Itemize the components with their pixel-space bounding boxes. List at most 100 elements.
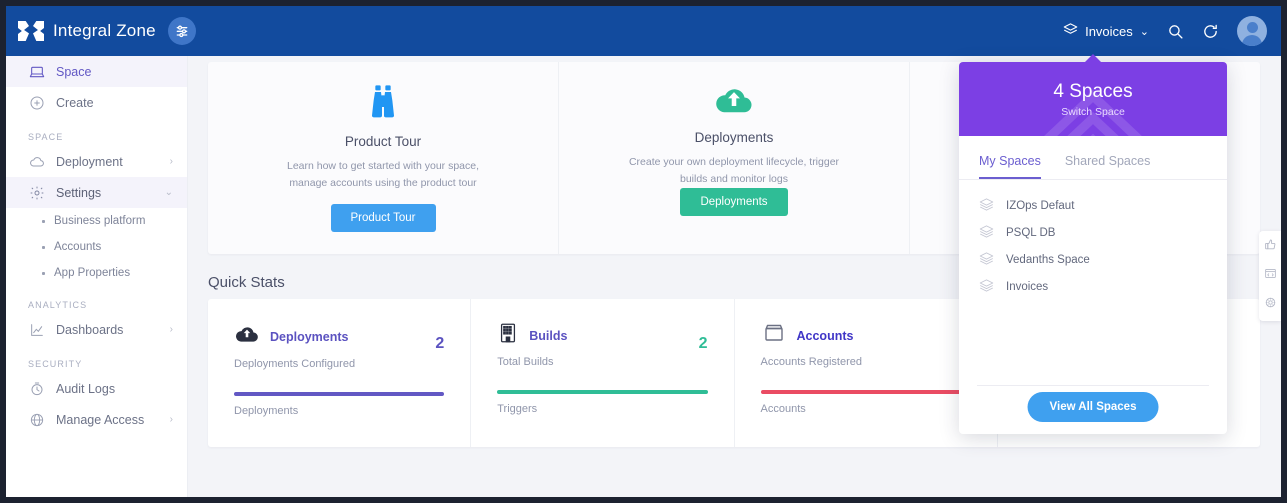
layers-icon (1063, 22, 1078, 40)
feature-card-description: Create your own deployment lifecycle, tr… (628, 156, 840, 185)
stat-card-footer: Accounts (760, 403, 806, 415)
stat-card-bar (497, 390, 708, 394)
app-window: Integral Zone Invoices ⌄ Space Create SP… (6, 6, 1281, 497)
gear-circle-icon[interactable] (1264, 296, 1277, 314)
sidebar-item-create[interactable]: Create (6, 87, 187, 118)
sidebar-item-space[interactable]: Space (6, 56, 187, 87)
bullet-icon (42, 219, 45, 223)
stat-card-subtitle: Total Builds (497, 356, 554, 368)
plus-circle-icon (28, 94, 45, 111)
shield-globe-icon (28, 411, 45, 428)
space-switcher-button[interactable]: Invoices ⌄ (1063, 22, 1149, 40)
chart-icon (28, 321, 45, 338)
dropdown-space-count: 4 Spaces (1053, 80, 1133, 102)
archive-box-icon (761, 321, 787, 350)
space-list-item[interactable]: Vedanths Space (959, 246, 1227, 273)
space-list-item[interactable]: IZOps Defaut (959, 192, 1227, 219)
dropdown-divider (977, 385, 1209, 386)
space-list-item[interactable]: PSQL DB (959, 219, 1227, 246)
feature-card-title: Deployments (694, 130, 774, 145)
sidebar-item-label: Settings (56, 185, 102, 200)
tab-my-spaces[interactable]: My Spaces (979, 154, 1041, 179)
chevron-right-icon: › (169, 414, 173, 425)
spaces-list: IZOps Defaut PSQL DB Vedanths Space Invo… (959, 180, 1227, 300)
building-icon (497, 321, 519, 350)
sidebar-item-label: Dashboards (56, 322, 124, 337)
feature-card-title: Product Tour (344, 134, 422, 149)
stat-card-header: Builds (497, 321, 707, 350)
dropdown-header: 4 Spaces Switch Space (959, 62, 1227, 136)
space-icon (28, 63, 45, 80)
sidebar-item-label: Space (56, 64, 92, 79)
stat-card-subtitle: Accounts Registered (760, 356, 863, 368)
stat-card-header: Deployments (234, 321, 444, 352)
stat-card-title: Accounts (796, 328, 854, 343)
view-all-spaces-button[interactable]: View All Spaces (1027, 392, 1159, 422)
stat-card-footer: Deployments (234, 405, 299, 417)
feature-card-product-tour: Product Tour Learn how to get started wi… (208, 62, 559, 254)
stat-card-subtitle: Deployments Configured (234, 358, 356, 370)
search-icon[interactable] (1167, 23, 1184, 40)
sidebar-item-dashboards[interactable]: Dashboards › (6, 314, 187, 345)
sidebar-subitem-app-properties[interactable]: App Properties (6, 260, 187, 286)
stat-card-value: 2 (435, 335, 445, 352)
sidebar-subitem-accounts[interactable]: Accounts (6, 234, 187, 260)
thumbs-up-icon[interactable] (1264, 238, 1277, 256)
space-name: Invoices (1006, 280, 1049, 293)
sidebar-section-space-caption: SPACE (28, 132, 64, 142)
space-name: Vedanths Space (1006, 253, 1090, 266)
topbar-actions: Invoices ⌄ (1063, 6, 1267, 56)
sidebar-section-analytics-caption: ANALYTICS (28, 300, 88, 310)
spaces-dropdown: 4 Spaces Switch Space My Spaces Shared S… (959, 54, 1227, 434)
layers-icon (979, 197, 994, 215)
sidebar-item-audit-logs[interactable]: Audit Logs (6, 373, 187, 404)
avatar[interactable] (1237, 16, 1267, 46)
dropdown-subtitle: Switch Space (1061, 105, 1125, 118)
sidebar-item-manage-access[interactable]: Manage Access › (6, 404, 187, 435)
sidebar-item-label: Manage Access (56, 412, 145, 427)
sidebar-section-security-caption: SECURITY (28, 359, 83, 369)
space-name: IZOps Defaut (1006, 199, 1075, 212)
sync-icon[interactable] (1202, 23, 1219, 40)
layers-icon (979, 224, 994, 242)
chevron-down-icon: ⌄ (164, 187, 173, 198)
sidebar: Space Create SPACE Deployment › Settings… (6, 56, 188, 497)
stat-card-title: Deployments (270, 329, 349, 344)
stat-card-builds: Builds Total Builds 2 Triggers (471, 299, 735, 447)
brand-logo[interactable]: Integral Zone (18, 21, 156, 41)
sidebar-subitem-label: Business platform (54, 215, 146, 227)
layers-icon (979, 251, 994, 269)
sliders-icon[interactable] (167, 17, 196, 45)
dropdown-tabs: My Spaces Shared Spaces (959, 136, 1227, 180)
sidebar-item-label: Create (56, 95, 94, 110)
gear-icon (28, 184, 45, 201)
stat-card-deployments: Deployments Deployments Configured 2 Dep… (208, 299, 472, 447)
tab-shared-spaces[interactable]: Shared Spaces (1065, 154, 1150, 179)
layers-icon (979, 278, 994, 296)
cloud-upload-dark-icon (234, 321, 260, 352)
floating-toolbar (1259, 231, 1281, 321)
deployments-button[interactable]: Deployments (680, 188, 788, 216)
stat-card-value: 2 (698, 335, 708, 352)
bullet-icon (42, 271, 45, 275)
feature-card-description: Learn how to get started with your space… (286, 160, 480, 189)
bullet-icon (42, 245, 45, 249)
stat-card-title: Builds (529, 328, 568, 343)
quick-stats-heading: Quick Stats (208, 274, 285, 291)
sidebar-subitem-business-platform[interactable]: Business platform (6, 208, 187, 234)
sidebar-item-deployment[interactable]: Deployment › (6, 146, 187, 177)
chevron-right-icon: › (169, 324, 173, 335)
logo-mark-icon (18, 21, 44, 41)
chevron-down-icon: ⌄ (1139, 25, 1149, 38)
space-list-item[interactable]: Invoices (959, 273, 1227, 300)
sidebar-subitem-label: Accounts (54, 241, 102, 253)
stat-card-header: Accounts (761, 321, 971, 350)
sidebar-item-settings[interactable]: Settings ⌄ (6, 177, 187, 208)
brand-title: Integral Zone (53, 21, 156, 40)
stat-card-bar (760, 390, 971, 394)
product-tour-button[interactable]: Product Tour (330, 204, 436, 232)
space-switcher-label: Invoices (1085, 23, 1133, 39)
code-window-icon[interactable] (1264, 267, 1277, 285)
sidebar-subitem-label: App Properties (54, 267, 131, 279)
chevron-right-icon: › (169, 156, 173, 167)
